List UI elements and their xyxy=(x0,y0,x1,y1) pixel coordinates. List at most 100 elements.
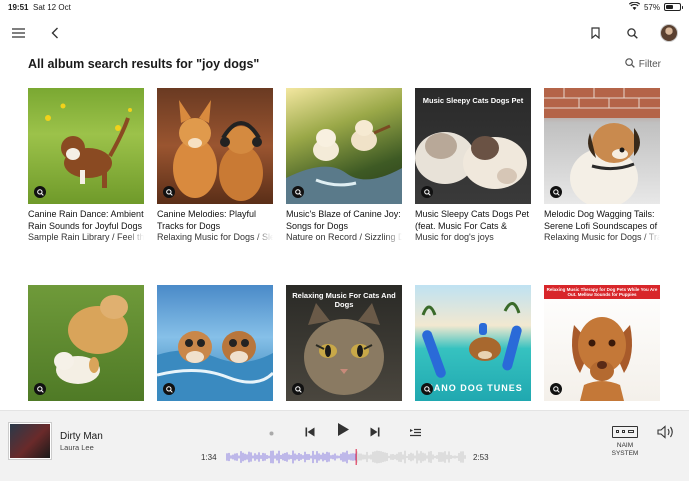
wifi-icon xyxy=(628,1,641,12)
status-bar: 19:51 Sat 12 Oct 57% xyxy=(0,0,689,16)
waveform-bar xyxy=(266,455,268,459)
album-artist: Sample Rain Library / Feel the xyxy=(28,232,144,242)
waveform-bar xyxy=(412,453,414,461)
album-cover xyxy=(28,285,144,401)
back-icon[interactable] xyxy=(46,24,64,42)
next-button[interactable] xyxy=(367,425,383,441)
waveform-bar xyxy=(304,451,306,463)
waveform-bar xyxy=(324,453,326,461)
album-card[interactable]: Relaxing Music For Cats And Dogs xyxy=(286,285,402,406)
user-avatar[interactable] xyxy=(660,24,678,42)
album-card[interactable]: Melodic Dog Wagging Tails: Serene Lofi S… xyxy=(544,88,660,244)
waveform-bar xyxy=(336,455,338,459)
bookmark-icon[interactable] xyxy=(586,24,604,42)
waveform-bar xyxy=(290,455,292,459)
album-card[interactable]: Canine Rain Dance: Ambient Rain Sounds f… xyxy=(28,88,144,244)
volume-button[interactable] xyxy=(655,424,677,443)
waveform-bar xyxy=(436,455,438,459)
waveform-bar xyxy=(434,455,436,459)
now-playing-title: Dirty Man xyxy=(60,431,103,442)
waveform-bar xyxy=(280,454,282,460)
waveform-bar xyxy=(338,455,340,459)
waveform-bar xyxy=(460,451,462,463)
waveform-bar xyxy=(232,454,234,460)
waveform-bar xyxy=(358,453,360,461)
waveform-bar xyxy=(332,454,334,460)
waveform-bar xyxy=(390,454,392,460)
album-artist: Relaxing Music for Dogs / Sleepy xyxy=(157,232,273,242)
waveform-bar xyxy=(294,453,296,461)
album-card[interactable]: Relaxing Music Therapy for Dog Pets Whil… xyxy=(544,285,660,406)
search-icon xyxy=(421,383,433,395)
waveform-bar xyxy=(366,451,368,463)
search-icon xyxy=(34,186,46,198)
queue-icon xyxy=(409,424,421,442)
top-nav xyxy=(0,18,689,48)
album-cover: PIANO DOG TUNES xyxy=(415,285,531,401)
waveform-bar xyxy=(352,453,354,461)
now-playing-bar[interactable]: Dirty Man Laura Lee 1:34 2:53 NAIM SYSTE… xyxy=(0,410,689,481)
waveform-bar xyxy=(350,453,352,461)
album-card[interactable]: PIANO DOG TUNES xyxy=(415,285,531,406)
waveform-bar xyxy=(424,453,426,461)
album-title-line2: Rain Sounds for Joyful Dogs xyxy=(28,220,143,231)
album-cover xyxy=(286,88,402,204)
waveform-bar xyxy=(432,454,434,460)
search-icon[interactable] xyxy=(623,24,641,42)
waveform-bar xyxy=(264,453,266,461)
naim-system-button[interactable]: NAIM SYSTEM xyxy=(608,426,642,458)
waveform-bar xyxy=(288,454,290,460)
battery-percent: 57% xyxy=(643,2,660,12)
waveform-bar xyxy=(444,451,446,463)
album-title-line2: Tracks for Dogs xyxy=(157,220,221,231)
waveform-bar xyxy=(402,454,404,460)
play-button[interactable] xyxy=(333,422,353,442)
waveform-bar xyxy=(452,455,454,459)
waveform-bar xyxy=(278,450,280,464)
waveform-bar xyxy=(446,454,448,460)
album-title: Canine Melodies: Playful xyxy=(157,209,257,219)
waveform-bar xyxy=(440,452,442,462)
album-card[interactable] xyxy=(157,285,273,406)
waveform-bar xyxy=(298,452,300,462)
cover-text: Music Sleepy Cats Dogs Pet xyxy=(422,96,524,105)
filter-button[interactable]: Filter xyxy=(624,58,661,71)
waveform-bar xyxy=(262,452,264,462)
album-title: Music's Blaze of Canine Joy: xyxy=(286,209,401,219)
now-playing-artwork[interactable] xyxy=(9,423,51,459)
waveform-bar xyxy=(464,455,466,459)
search-icon xyxy=(624,58,635,71)
waveform-bar xyxy=(458,453,460,461)
album-title: Music Sleepy Cats Dogs Pet xyxy=(415,209,530,219)
album-card[interactable]: Music's Blaze of Canine Joy: Songs for D… xyxy=(286,88,402,244)
album-card[interactable]: Music Sleepy Cats Dogs Pet Music Sleepy … xyxy=(415,88,531,244)
menu-icon[interactable] xyxy=(9,24,27,42)
status-date: Sat 12 Oct xyxy=(33,3,71,12)
waveform-bar xyxy=(284,452,286,462)
waveform-bar xyxy=(462,451,464,463)
battery-level xyxy=(666,5,674,9)
page-title: All album search results for "joy dogs" xyxy=(28,57,260,71)
waveform-bar xyxy=(256,454,258,460)
cover-text: Relaxing Music Therapy for Dog Pets Whil… xyxy=(546,287,658,297)
waveform-bar xyxy=(418,453,420,461)
waveform-scrubber[interactable] xyxy=(226,449,466,465)
play-icon xyxy=(337,422,350,442)
filter-label: Filter xyxy=(638,59,661,70)
playhead-marker[interactable] xyxy=(355,449,357,465)
waveform-bar xyxy=(312,450,314,464)
waveform-bar xyxy=(268,455,270,459)
album-card[interactable]: Canine Melodies: Playful Tracks for Dogs… xyxy=(157,88,273,244)
waveform-bar xyxy=(368,455,370,459)
previous-button[interactable] xyxy=(302,425,318,441)
waveform-bar xyxy=(236,453,238,461)
album-artist: Music for dog's joys xyxy=(415,232,494,242)
waveform-bar xyxy=(282,453,284,461)
waveform-bar xyxy=(292,450,294,464)
waveform-bar xyxy=(416,450,418,464)
queue-button[interactable] xyxy=(407,425,423,441)
album-card[interactable] xyxy=(28,285,144,406)
waveform-bar xyxy=(322,452,324,462)
waveform-bar xyxy=(454,455,456,459)
waveform-bar xyxy=(244,453,246,461)
